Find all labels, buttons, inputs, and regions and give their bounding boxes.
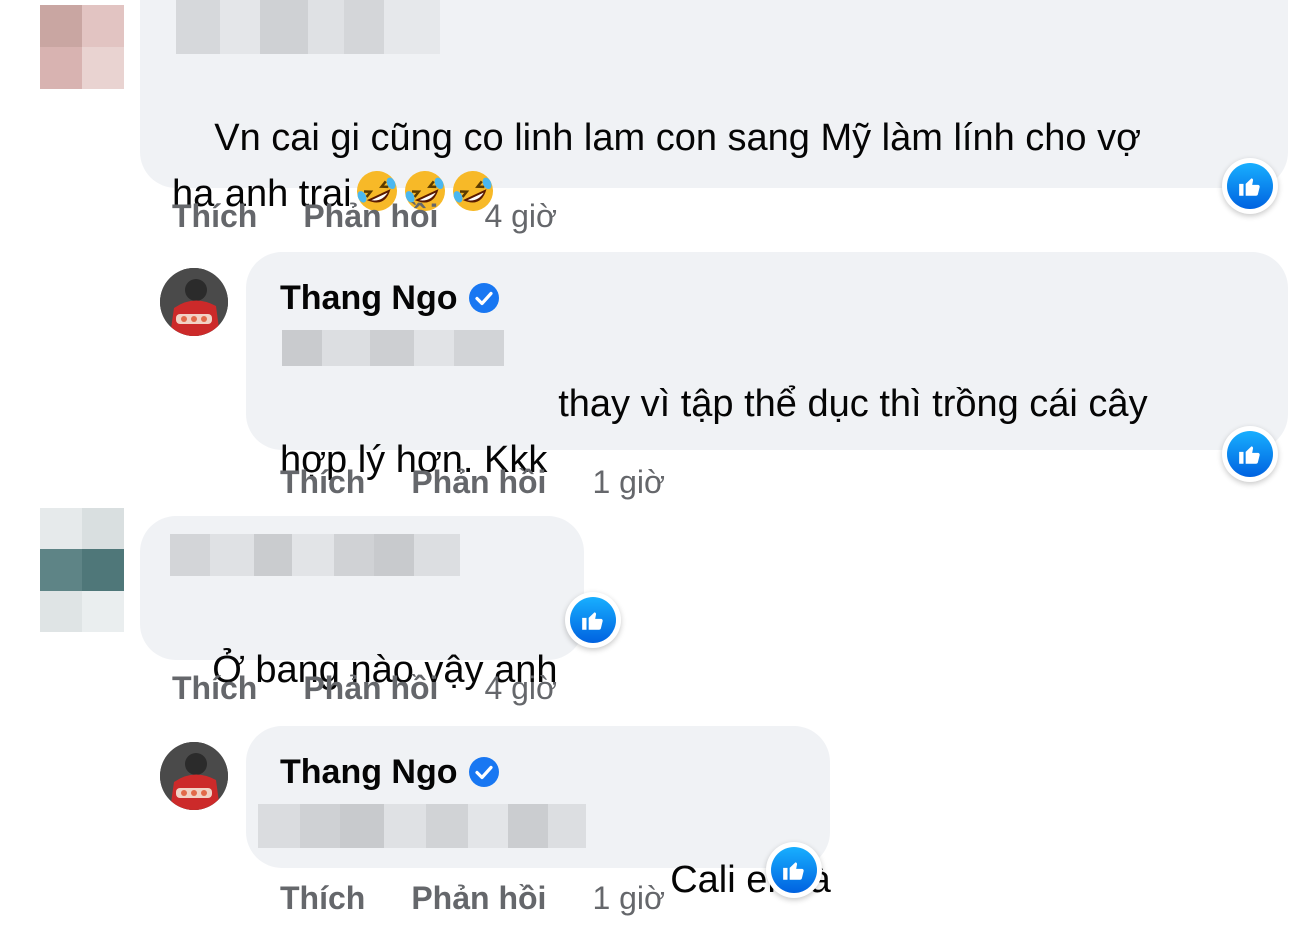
reply-link[interactable]: Phản hồi — [303, 196, 438, 236]
author-name-blurred[interactable] — [170, 534, 460, 576]
like-link[interactable]: Thích — [172, 668, 257, 708]
avatar[interactable] — [40, 5, 124, 89]
like-reaction-badge[interactable] — [1222, 158, 1278, 214]
comment-actions: Thích Phản hồi 4 giờ — [172, 668, 557, 708]
verified-badge-icon — [468, 283, 499, 313]
like-link[interactable]: Thích — [172, 196, 257, 236]
comment-thread: Vn cai gi cũng co linh lam con sang Mỹ l… — [0, 0, 1312, 952]
thumbs-up-icon — [1239, 446, 1260, 464]
like-reaction-badge[interactable] — [1222, 426, 1278, 482]
timestamp[interactable]: 4 giờ — [484, 196, 557, 236]
like-reaction-badge[interactable] — [766, 842, 822, 898]
comment-author: Thang Ngo — [280, 752, 500, 792]
avatar[interactable] — [160, 268, 228, 336]
comment-actions: Thích Phản hồi 1 giờ — [280, 878, 665, 918]
author-name[interactable]: Thang Ngo — [280, 278, 458, 318]
verified-badge-icon — [468, 757, 499, 787]
profile-photo-icon — [160, 268, 228, 336]
reply-link[interactable]: Phản hồi — [411, 462, 546, 502]
comment-actions: Thích Phản hồi 1 giờ — [280, 462, 665, 502]
timestamp[interactable]: 1 giờ — [592, 462, 665, 502]
comment-text-line: thay vì tập thể dục thì trồng cái cây — [558, 383, 1148, 425]
timestamp[interactable]: 1 giờ — [592, 878, 665, 918]
mentioned-name-blurred[interactable] — [258, 804, 586, 848]
like-link[interactable]: Thích — [280, 878, 365, 918]
comment-text-line: Vn cai gi cũng co linh lam con sang Mỹ l… — [214, 117, 1142, 159]
comment-author: Thang Ngo — [280, 278, 500, 318]
thumbs-up-icon — [783, 862, 804, 880]
author-name-blurred[interactable] — [176, 0, 440, 54]
thumbs-up-icon — [582, 612, 603, 630]
comment-text: Vn cai gi cũng co linh lam con sang Mỹ l… — [172, 54, 1141, 278]
comment-text: thay vì tập thể dục thì trồng cái cây hợp… — [280, 320, 1148, 544]
reply-link[interactable]: Phản hồi — [303, 668, 438, 708]
profile-photo-icon — [160, 742, 228, 810]
avatar[interactable] — [40, 508, 124, 632]
like-reaction-badge[interactable] — [565, 592, 621, 648]
timestamp[interactable]: 4 giờ — [484, 668, 557, 708]
reply-link[interactable]: Phản hồi — [411, 878, 546, 918]
avatar[interactable] — [160, 742, 228, 810]
comment-actions: Thích Phản hồi 4 giờ — [172, 196, 557, 236]
like-link[interactable]: Thích — [280, 462, 365, 502]
author-name[interactable]: Thang Ngo — [280, 752, 458, 792]
thumbs-up-icon — [1239, 178, 1260, 196]
